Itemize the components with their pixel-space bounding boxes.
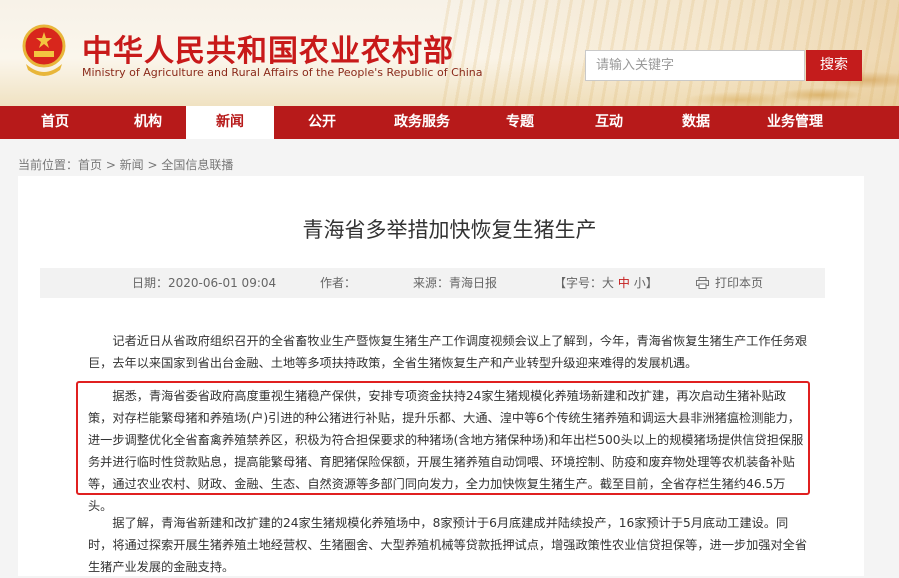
article-source: 来源：青海日报 (413, 276, 498, 290)
nav-item-home[interactable]: 首页 (0, 106, 110, 139)
site-title: 中华人民共和国农业农村部 (82, 34, 454, 69)
article-meta-bar: 日期：2020-06-01 09:04 作者： 来源：青海日报 【字号：大 中 … (40, 268, 825, 298)
nav-item-services[interactable]: 政务服务 (370, 106, 474, 139)
font-size-small[interactable]: 小】 (634, 276, 658, 290)
site-subtitle: Ministry of Agriculture and Rural Affair… (82, 66, 483, 79)
article-paragraph-2: 据悉，青海省委省政府高度重视生猪稳产保供，安排专项资金扶持24家生猪规模化养殖场… (88, 389, 804, 513)
print-label: 打印本页 (715, 276, 764, 290)
national-emblem-icon (22, 24, 66, 76)
font-size-medium[interactable]: 中 (618, 276, 630, 290)
search-button[interactable]: 搜索 (806, 50, 862, 81)
article-title: 青海省多举措加快恢复生猪生产 (302, 218, 597, 242)
nav-item-data[interactable]: 数据 (652, 106, 740, 139)
article-paragraph-1: 记者近日从省政府组织召开的全省畜牧业生产暨恢复生猪生产工作调度视频会议上了解到，… (88, 334, 808, 370)
main-nav: 首页 机构 新闻 公开 政务服务 专题 互动 数据 业务管理 (0, 106, 899, 139)
font-size-label: 【字号： (554, 276, 603, 290)
article-author: 作者： (320, 276, 357, 290)
article-paragraph-3: 据了解，青海省新建和改扩建的24家生猪规模化养殖场中，8家预计于6月底建成并陆续… (88, 516, 808, 574)
print-button[interactable]: 打印本页 (696, 268, 763, 298)
article-date: 日期：2020-06-01 09:04 (132, 276, 277, 290)
nav-item-public[interactable]: 公开 (274, 106, 370, 139)
site-header: 中华人民共和国农业农村部 Ministry of Agriculture and… (0, 0, 899, 106)
nav-item-interaction[interactable]: 互动 (566, 106, 652, 139)
breadcrumb: 当前位置：首页 > 新闻 > 全国信息联播 (18, 158, 234, 172)
search-input[interactable]: 请输入关键字 (585, 50, 805, 81)
print-icon (696, 277, 709, 289)
nav-item-business[interactable]: 业务管理 (740, 106, 850, 139)
nav-item-topics[interactable]: 专题 (474, 106, 566, 139)
nav-item-news[interactable]: 新闻 (186, 106, 274, 139)
nav-item-organization[interactable]: 机构 (110, 106, 186, 139)
font-size-large[interactable]: 大 (602, 276, 614, 290)
font-size-control: 【字号：大 中 小】 (554, 268, 658, 298)
